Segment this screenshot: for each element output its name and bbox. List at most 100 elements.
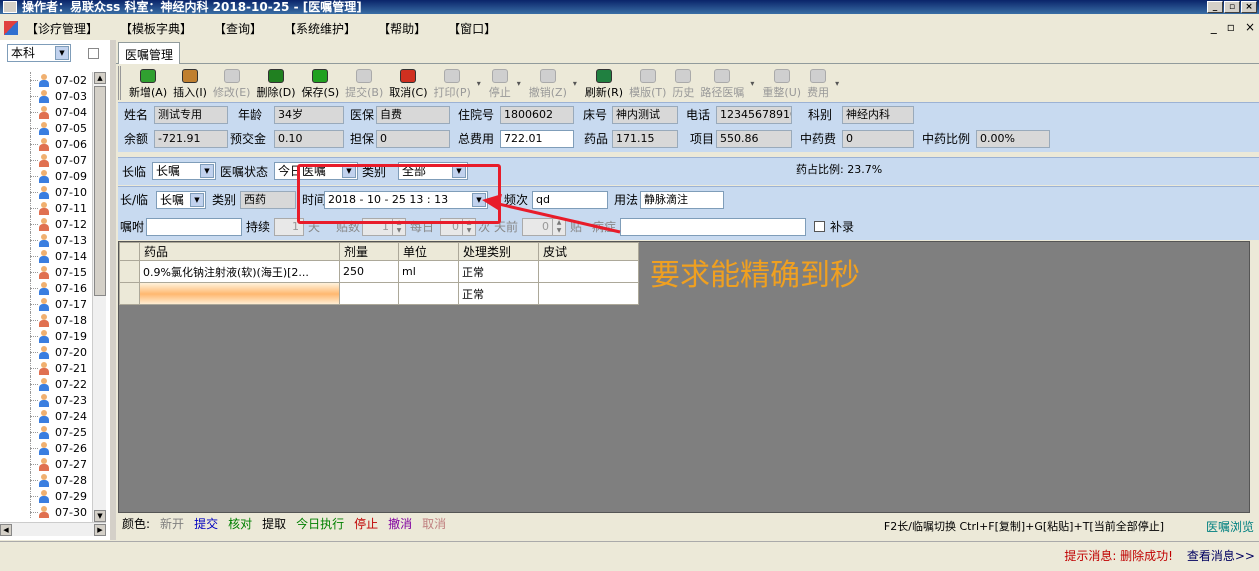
- tree-item[interactable]: 07-05: [0, 120, 92, 136]
- toolbar-button-7[interactable]: 打印(P): [434, 69, 471, 100]
- dropdown-caret-icon[interactable]: ▾: [477, 79, 485, 88]
- dropdown-arrow-icon[interactable]: ▼: [190, 193, 204, 207]
- tree-item[interactable]: 07-15: [0, 264, 92, 280]
- toolbar-button-3[interactable]: 删除(D): [256, 69, 296, 100]
- toolbar-button-11[interactable]: 模版(T): [629, 69, 666, 100]
- toolbar-button-4[interactable]: 保存(S): [302, 69, 339, 100]
- menu-window[interactable]: 【窗口】: [448, 20, 496, 37]
- usage-input[interactable]: 静脉滴注: [640, 191, 724, 209]
- dropdown-arrow-icon[interactable]: ▼: [200, 164, 214, 178]
- row-header[interactable]: [119, 282, 140, 305]
- dropdown-arrow-icon[interactable]: ▼: [55, 46, 69, 60]
- close-button[interactable]: ×: [1241, 1, 1257, 13]
- view-messages-link[interactable]: 查看消息>>: [1187, 547, 1255, 564]
- scroll-right-icon[interactable]: ▶: [94, 524, 106, 536]
- cell-unit[interactable]: ml: [398, 260, 459, 283]
- toolbar-button-10[interactable]: 刷新(R): [585, 69, 623, 100]
- dropdown-caret-icon[interactable]: ▾: [573, 79, 581, 88]
- grid-header-skintest[interactable]: 皮试: [538, 242, 639, 261]
- toolbar-button-5[interactable]: 提交(B): [345, 69, 383, 100]
- dept-checkbox[interactable]: [88, 48, 99, 59]
- mdi-close-button[interactable]: ×: [1245, 20, 1255, 34]
- tree-item[interactable]: 07-09: [0, 168, 92, 184]
- menu-help[interactable]: 【帮助】: [378, 20, 426, 37]
- tree-item[interactable]: 07-26: [0, 440, 92, 456]
- toolbar-button-8[interactable]: 停止: [489, 69, 511, 100]
- toolbar-button-2[interactable]: 修改(E): [213, 69, 250, 100]
- tree-vscrollbar[interactable]: ▲ ▼: [92, 72, 106, 522]
- menu-template[interactable]: 【模板字典】: [120, 20, 192, 37]
- tree-item[interactable]: 07-20: [0, 344, 92, 360]
- grid-header-process[interactable]: 处理类别: [458, 242, 539, 261]
- cell-dose[interactable]: 250: [339, 260, 399, 283]
- app-menu-icon[interactable]: [4, 21, 18, 35]
- advice-input[interactable]: [146, 218, 242, 236]
- cell-skintest[interactable]: [538, 260, 639, 283]
- mdi-minimize-button[interactable]: _: [1211, 20, 1217, 34]
- tab-order-management[interactable]: 医嘱管理: [118, 42, 181, 64]
- supplement-checkbox[interactable]: [814, 221, 825, 232]
- order-type-select[interactable]: 长嘱 ▼: [156, 191, 206, 209]
- grid-header-drug[interactable]: 药品: [139, 242, 340, 261]
- tree-item[interactable]: 07-23: [0, 392, 92, 408]
- dept-select[interactable]: 本科 ▼: [7, 44, 71, 62]
- tree-item[interactable]: 07-16: [0, 280, 92, 296]
- cell-unit[interactable]: [398, 282, 459, 305]
- toolbar-button-15[interactable]: 费用: [807, 69, 829, 100]
- menu-system[interactable]: 【系统维护】: [284, 20, 356, 37]
- tree-item[interactable]: 07-22: [0, 376, 92, 392]
- tree-item[interactable]: 07-24: [0, 408, 92, 424]
- grid-header-dose[interactable]: 剂量: [339, 242, 399, 261]
- scroll-left-icon[interactable]: ◀: [0, 524, 12, 536]
- toolbar-button-12[interactable]: 历史: [672, 69, 694, 100]
- menu-query[interactable]: 【查询】: [214, 20, 262, 37]
- dropdown-caret-icon[interactable]: ▾: [517, 79, 525, 88]
- cell-drug[interactable]: 0.9%氯化钠注射液(软)(海王)[2...: [139, 260, 340, 283]
- disease-input[interactable]: [620, 218, 806, 236]
- cell-drug[interactable]: [139, 282, 340, 305]
- tree-item[interactable]: 07-14: [0, 248, 92, 264]
- restore-button[interactable]: ▫: [1224, 1, 1240, 13]
- tree-item[interactable]: 07-07: [0, 152, 92, 168]
- cell-dose[interactable]: [339, 282, 399, 305]
- dropdown-caret-icon[interactable]: ▾: [750, 79, 758, 88]
- tree-item[interactable]: 07-03: [0, 88, 92, 104]
- row-header[interactable]: [119, 260, 140, 283]
- tree-item[interactable]: 07-06: [0, 136, 92, 152]
- tree-item[interactable]: 07-12: [0, 216, 92, 232]
- tree-item[interactable]: 07-28: [0, 472, 92, 488]
- scroll-thumb[interactable]: [94, 86, 106, 296]
- freq-input[interactable]: qd: [532, 191, 608, 209]
- mdi-restore-button[interactable]: ▫: [1227, 20, 1235, 34]
- tree-item[interactable]: 07-30: [0, 504, 92, 518]
- tree-item[interactable]: 07-21: [0, 360, 92, 376]
- minimize-button[interactable]: _: [1207, 1, 1223, 13]
- tree-item[interactable]: 07-02: [0, 72, 92, 88]
- toolbar-button-1[interactable]: 插入(I): [173, 69, 207, 100]
- dropdown-caret-icon[interactable]: ▾: [835, 79, 843, 88]
- tree-item[interactable]: 07-10: [0, 184, 92, 200]
- table-row[interactable]: 正常: [119, 282, 639, 305]
- toolbar-button-14[interactable]: 重整(U): [762, 69, 801, 100]
- toolbar-button-6[interactable]: 取消(C): [389, 69, 428, 100]
- before-stepper[interactable]: 0 ▲ ▼: [522, 218, 566, 236]
- cell-skintest[interactable]: [538, 282, 639, 305]
- tree-item[interactable]: 07-04: [0, 104, 92, 120]
- tree-item[interactable]: 07-18: [0, 312, 92, 328]
- cell-process[interactable]: 正常: [458, 282, 539, 305]
- scroll-down-icon[interactable]: ▼: [94, 510, 106, 522]
- tree-item[interactable]: 07-19: [0, 328, 92, 344]
- grid-header-unit[interactable]: 单位: [398, 242, 459, 261]
- order-browse-link[interactable]: 医嘱浏览: [1206, 518, 1254, 535]
- tree-item[interactable]: 07-29: [0, 488, 92, 504]
- cell-process[interactable]: 正常: [458, 260, 539, 283]
- toolbar-button-0[interactable]: 新增(A): [129, 69, 167, 100]
- tree-item[interactable]: 07-27: [0, 456, 92, 472]
- menu-clinic[interactable]: 【诊疗管理】: [26, 20, 98, 37]
- toolbar-button-9[interactable]: 撤销(Z): [529, 69, 567, 100]
- toolbar-button-13[interactable]: 路径医嘱: [700, 69, 744, 100]
- filter-type-select[interactable]: 长嘱 ▼: [152, 162, 216, 180]
- table-row[interactable]: 0.9%氯化钠注射液(软)(海王)[2... 250 ml 正常: [119, 260, 639, 283]
- stepper-arrows-icon[interactable]: ▲ ▼: [552, 219, 565, 235]
- tree-hscrollbar[interactable]: ◀ ▶: [0, 522, 106, 536]
